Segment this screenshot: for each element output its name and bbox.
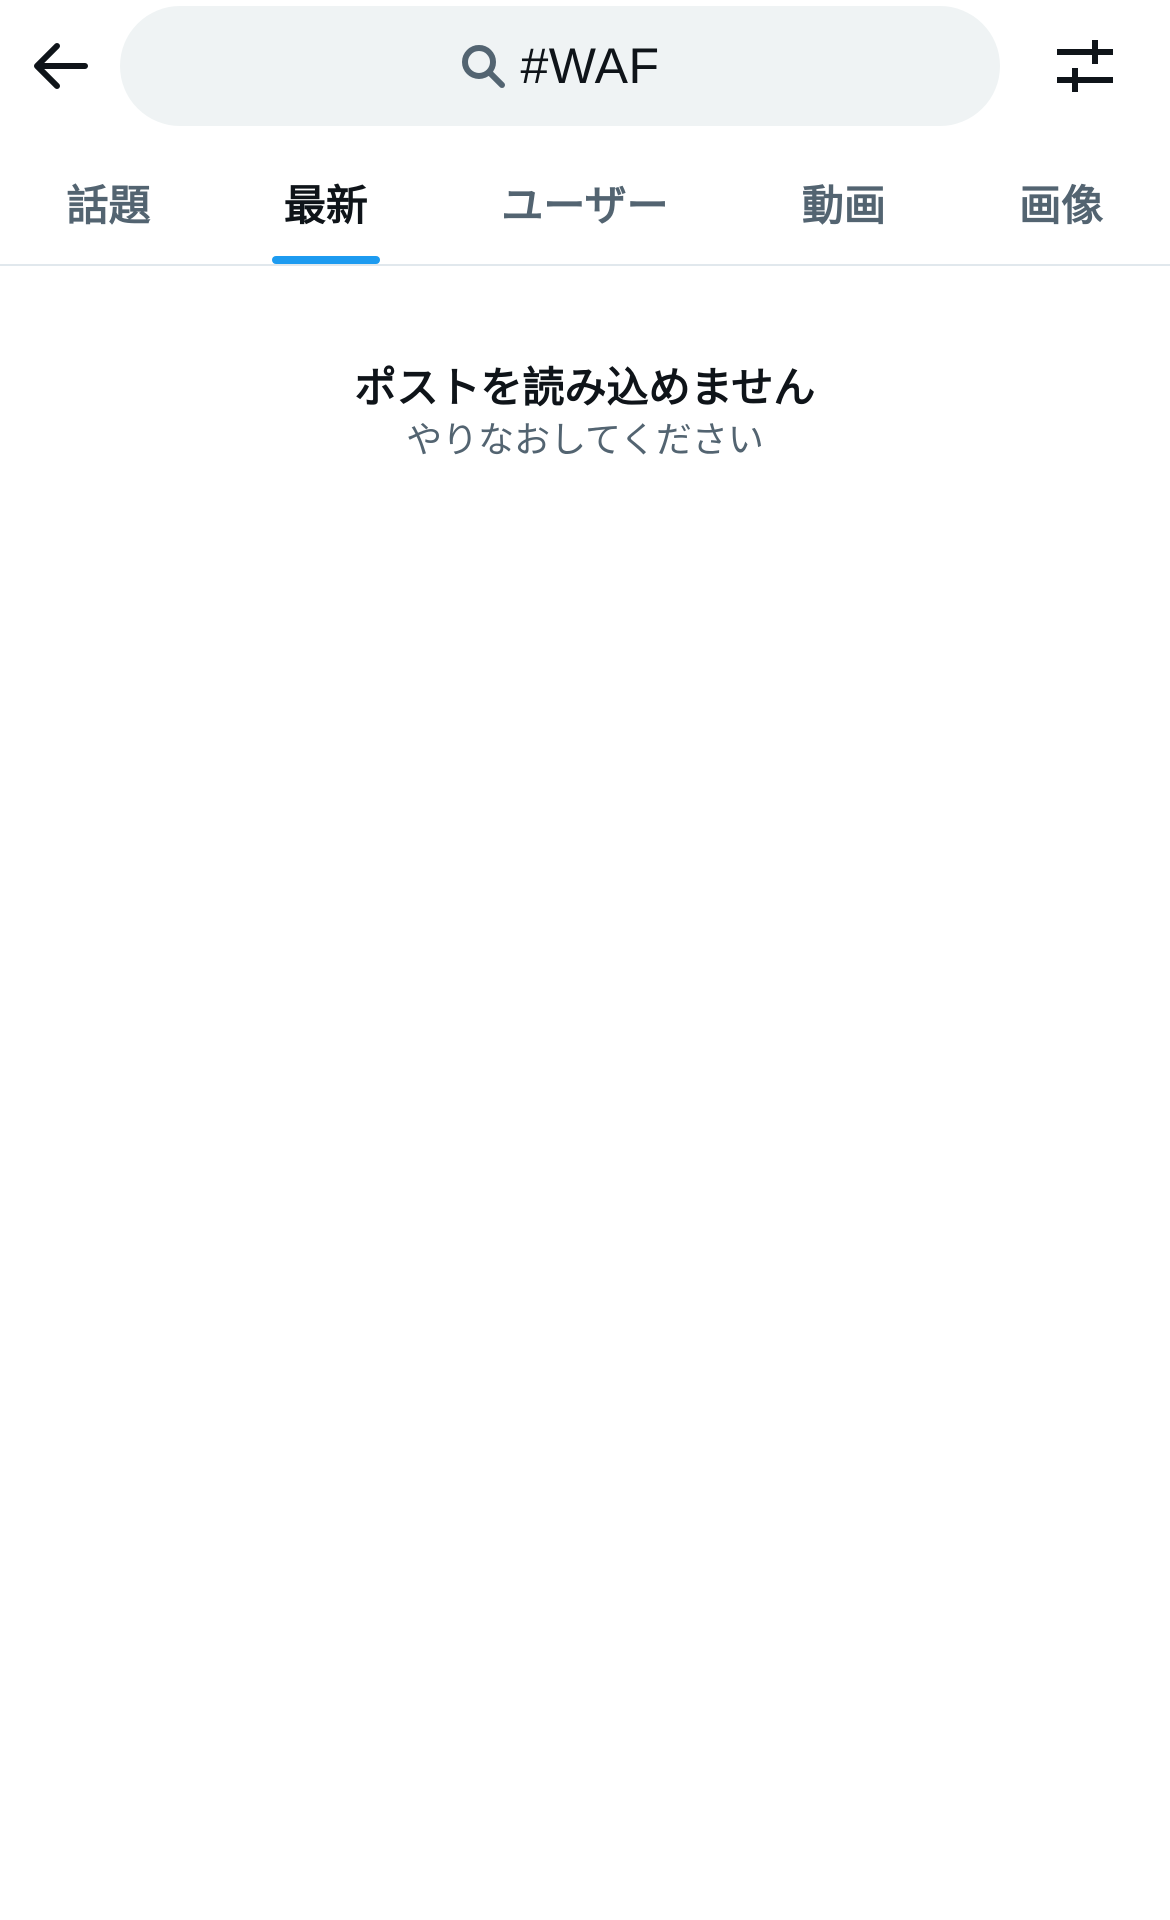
tab-label: 最新 xyxy=(284,180,369,230)
search-input[interactable]: #WAF xyxy=(520,37,659,95)
sliders-icon xyxy=(1057,40,1113,92)
top-bar: #WAF xyxy=(0,0,1170,140)
retry-hint: やりなおしてください xyxy=(406,420,764,461)
tab-label: ユーザー xyxy=(501,180,669,230)
error-title: ポストを読み込めません xyxy=(354,363,816,412)
back-button[interactable] xyxy=(20,25,102,107)
tab-label: 話題 xyxy=(66,180,151,230)
tab-images[interactable]: 画像 xyxy=(953,140,1170,264)
tab-trending[interactable]: 話題 xyxy=(0,140,217,264)
error-message: ポストを読み込めません やりなおしてください xyxy=(0,360,1170,466)
arrow-left-icon xyxy=(34,43,88,89)
tab-videos[interactable]: 動画 xyxy=(735,140,952,264)
tab-latest[interactable]: 最新 xyxy=(217,140,434,264)
tab-bar: 話題 最新 ユーザー 動画 画像 xyxy=(0,140,1170,266)
search-field[interactable]: #WAF xyxy=(120,6,1000,126)
tab-users[interactable]: ユーザー xyxy=(435,140,736,264)
tab-label: 動画 xyxy=(801,180,886,230)
filter-button[interactable] xyxy=(1040,25,1130,107)
active-tab-indicator xyxy=(272,256,381,264)
tab-label: 画像 xyxy=(1019,180,1104,230)
search-icon xyxy=(460,43,506,89)
